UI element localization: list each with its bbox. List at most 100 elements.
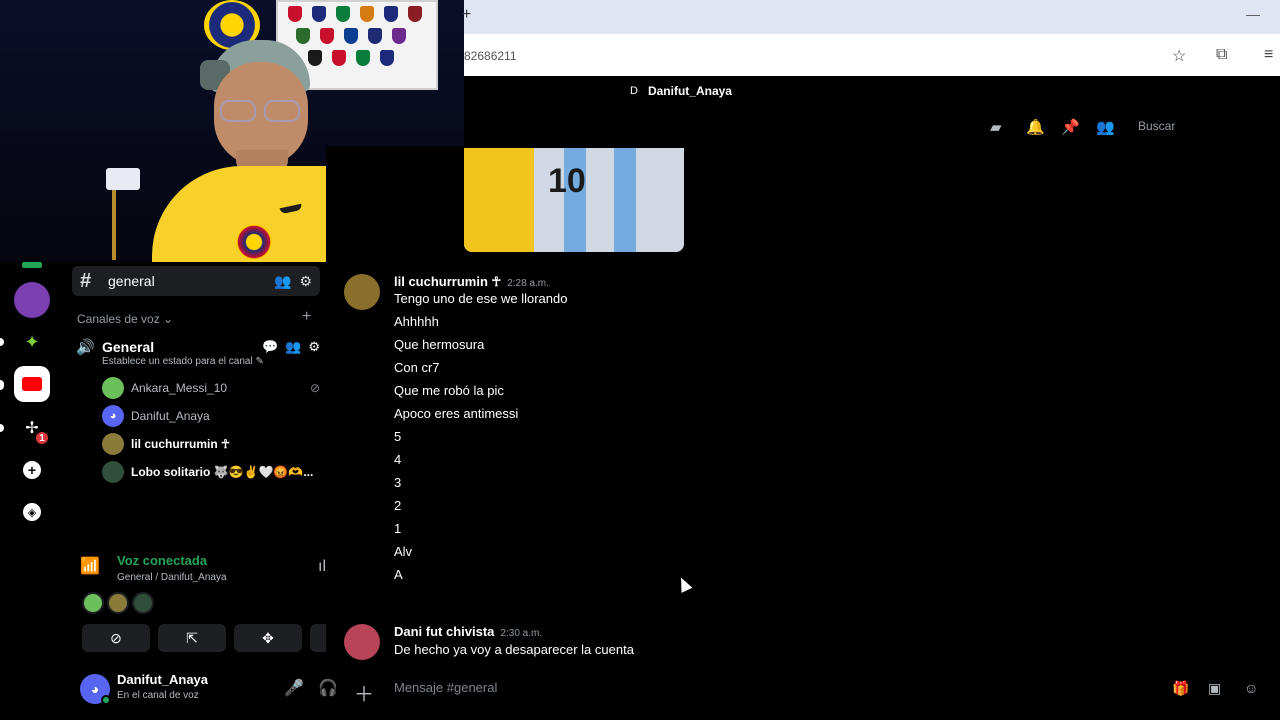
add-server-icon[interactable]: +	[14, 452, 50, 488]
user-name[interactable]: Danifut_Anaya	[117, 672, 208, 687]
message-timestamp: 2:28 a.m.	[507, 278, 549, 289]
message-text: Apoco eres antimessi	[394, 406, 519, 421]
message-input[interactable]: Mensaje #general	[394, 680, 497, 695]
reading-list-icon[interactable]: ≡	[1264, 46, 1273, 64]
dm-title[interactable]: D Danifut_Anaya	[630, 84, 732, 98]
channel-sidebar: # general 👥 ⚙ Canales de voz ⌄ + 🔊 Gener…	[64, 262, 378, 720]
lamp	[106, 168, 140, 190]
notification-bell-icon[interactable]: 🔔	[1026, 118, 1045, 136]
url-text[interactable]: 82686211	[464, 49, 517, 63]
message-text: De hecho ya voy a desaparecer la cuenta	[394, 642, 634, 657]
server-rail: ✦ ✢ 1 + ◈	[0, 262, 64, 720]
message-text: Que me robó la pic	[394, 383, 504, 398]
youtube-icon[interactable]	[14, 366, 50, 402]
dm-name: Danifut_Anaya	[647, 84, 732, 98]
add-channel-icon[interactable]: +	[302, 308, 311, 326]
member-name: lil cuchurrumin ☥	[131, 437, 230, 451]
user-status: En el canal de voz	[117, 690, 199, 701]
chat-bubble-icon[interactable]: 💬	[262, 339, 278, 355]
message-text: Tengo uno de ese we llorando	[394, 291, 568, 306]
image-attachment[interactable]: 10	[464, 148, 684, 252]
user-panel: ◕ Danifut_Anaya En el canal de voz 🎤 🎧 ⚙	[80, 672, 380, 708]
member-list-icon[interactable]: 👥	[1096, 118, 1115, 136]
message-author[interactable]: Dani fut chivista	[394, 624, 494, 639]
avatar[interactable]	[344, 624, 380, 660]
message-text: Que hermosura	[394, 337, 485, 352]
pin-icon[interactable]: 📌	[1061, 118, 1080, 136]
message-group: lil cuchurrumin ☥ 2:28 a.m. Tengo uno de…	[344, 274, 1244, 604]
address-bar[interactable]: 82686211 ☆ ⧉ ≡	[464, 40, 1280, 72]
avatar	[102, 461, 124, 483]
channel-status-prompt[interactable]: Establece un estado para el canal ✎	[102, 356, 264, 367]
extensions-icon[interactable]: ⧉	[1216, 46, 1227, 64]
member-name: Lobo solitario 🐺😎✌️🤍😡🫶...	[131, 465, 314, 479]
voice-member[interactable]: lil cuchurrumin ☥	[102, 432, 320, 456]
voice-connected-subtitle[interactable]: General / Danifut_Anaya	[117, 572, 227, 583]
message-text: 3	[394, 475, 402, 490]
server-purple-icon[interactable]	[14, 282, 50, 318]
unread-pill	[0, 424, 4, 432]
message-text: 2	[394, 498, 402, 513]
signal-icon[interactable]: 📶	[80, 556, 100, 576]
speaker-icon: 🔊	[76, 339, 95, 356]
sticker-icon[interactable]: ☺	[1244, 680, 1258, 696]
gift-icon[interactable]: 🎁	[1172, 680, 1189, 697]
voice-member[interactable]: Ankara_Messi_10 ⊘	[102, 376, 320, 400]
voice-connected-title[interactable]: Voz conectada	[117, 553, 207, 568]
avatar[interactable]	[82, 592, 104, 614]
selected-pill	[0, 380, 4, 390]
online-status-dot	[101, 695, 111, 705]
gif-icon[interactable]: ▣	[1208, 680, 1221, 697]
discover-icon[interactable]: ◈	[14, 494, 50, 530]
bookmark-star-icon[interactable]: ☆	[1172, 46, 1186, 66]
minimize-button[interactable]: —	[1246, 6, 1260, 22]
channel-general[interactable]: # general 👥 ⚙	[72, 266, 320, 296]
search-input[interactable]: Buscar	[1130, 114, 1280, 138]
avatar: ◕	[102, 405, 124, 427]
message-text: 1	[394, 521, 402, 536]
avatar[interactable]	[107, 592, 129, 614]
voice-category-label[interactable]: Canales de voz ⌄	[77, 312, 173, 326]
dm-initial: D	[630, 85, 638, 97]
message-text: A	[394, 567, 403, 582]
microphone-icon[interactable]: 🎤	[284, 678, 304, 698]
chat-header: D Danifut_Anaya ▰ 🔔 📌 👥 Buscar	[464, 76, 1280, 146]
message-text: 4	[394, 452, 402, 467]
voice-channel-general[interactable]: 🔊 General 💬 👥 ⚙	[76, 336, 320, 358]
server-green-icon[interactable]	[22, 262, 42, 268]
voice-participants	[82, 592, 154, 614]
voice-member[interactable]: Lobo solitario 🐺😎✌️🤍😡🫶...	[102, 460, 320, 484]
attach-plus-icon[interactable]: ＋	[354, 678, 374, 707]
screen-share-button[interactable]: ⇱	[158, 624, 226, 652]
cable	[112, 190, 116, 260]
jersey-number: 10	[548, 162, 586, 200]
invite-icon[interactable]: 👥	[274, 273, 291, 290]
jersey-yellow	[464, 148, 534, 252]
invite-icon[interactable]: 👥	[285, 339, 301, 355]
avatar[interactable]	[132, 592, 154, 614]
voice-category-text: Canales de voz	[77, 312, 160, 326]
member-name: Danifut_Anaya	[131, 409, 210, 423]
activities-button[interactable]: ✥	[234, 624, 302, 652]
message-text: 5	[394, 429, 402, 444]
new-tab-button[interactable]: +	[462, 6, 471, 24]
message-author[interactable]: lil cuchurrumin ☥	[394, 274, 501, 290]
threads-icon[interactable]: ▰	[990, 118, 1002, 136]
message-group: Dani fut chivista 2:30 a.m. De hecho ya …	[344, 624, 1244, 660]
message-text: Con cr7	[394, 360, 440, 375]
voice-member[interactable]: ◕ Danifut_Anaya	[102, 404, 320, 428]
headphones-icon[interactable]: 🎧	[318, 678, 338, 698]
hash-icon: #	[80, 269, 92, 292]
jersey-stripe	[614, 148, 636, 252]
tab-bar: + —	[462, 0, 1280, 34]
avatar[interactable]	[344, 274, 380, 310]
message-text: Alv	[394, 544, 413, 559]
channel-name: general	[108, 273, 155, 289]
camera-off-button[interactable]: ⊘	[82, 624, 150, 652]
server-pixel-icon[interactable]: ✦	[14, 324, 50, 360]
settings-gear-icon[interactable]: ⚙	[308, 339, 320, 355]
message-timestamp: 2:30 a.m.	[500, 628, 543, 639]
settings-gear-icon[interactable]: ⚙	[299, 273, 312, 290]
channel-status-text: Establece un estado para el canal	[102, 356, 253, 367]
message-list: 10 lil cuchurrumin ☥ 2:28 a.m. Tengo uno…	[326, 146, 1280, 660]
